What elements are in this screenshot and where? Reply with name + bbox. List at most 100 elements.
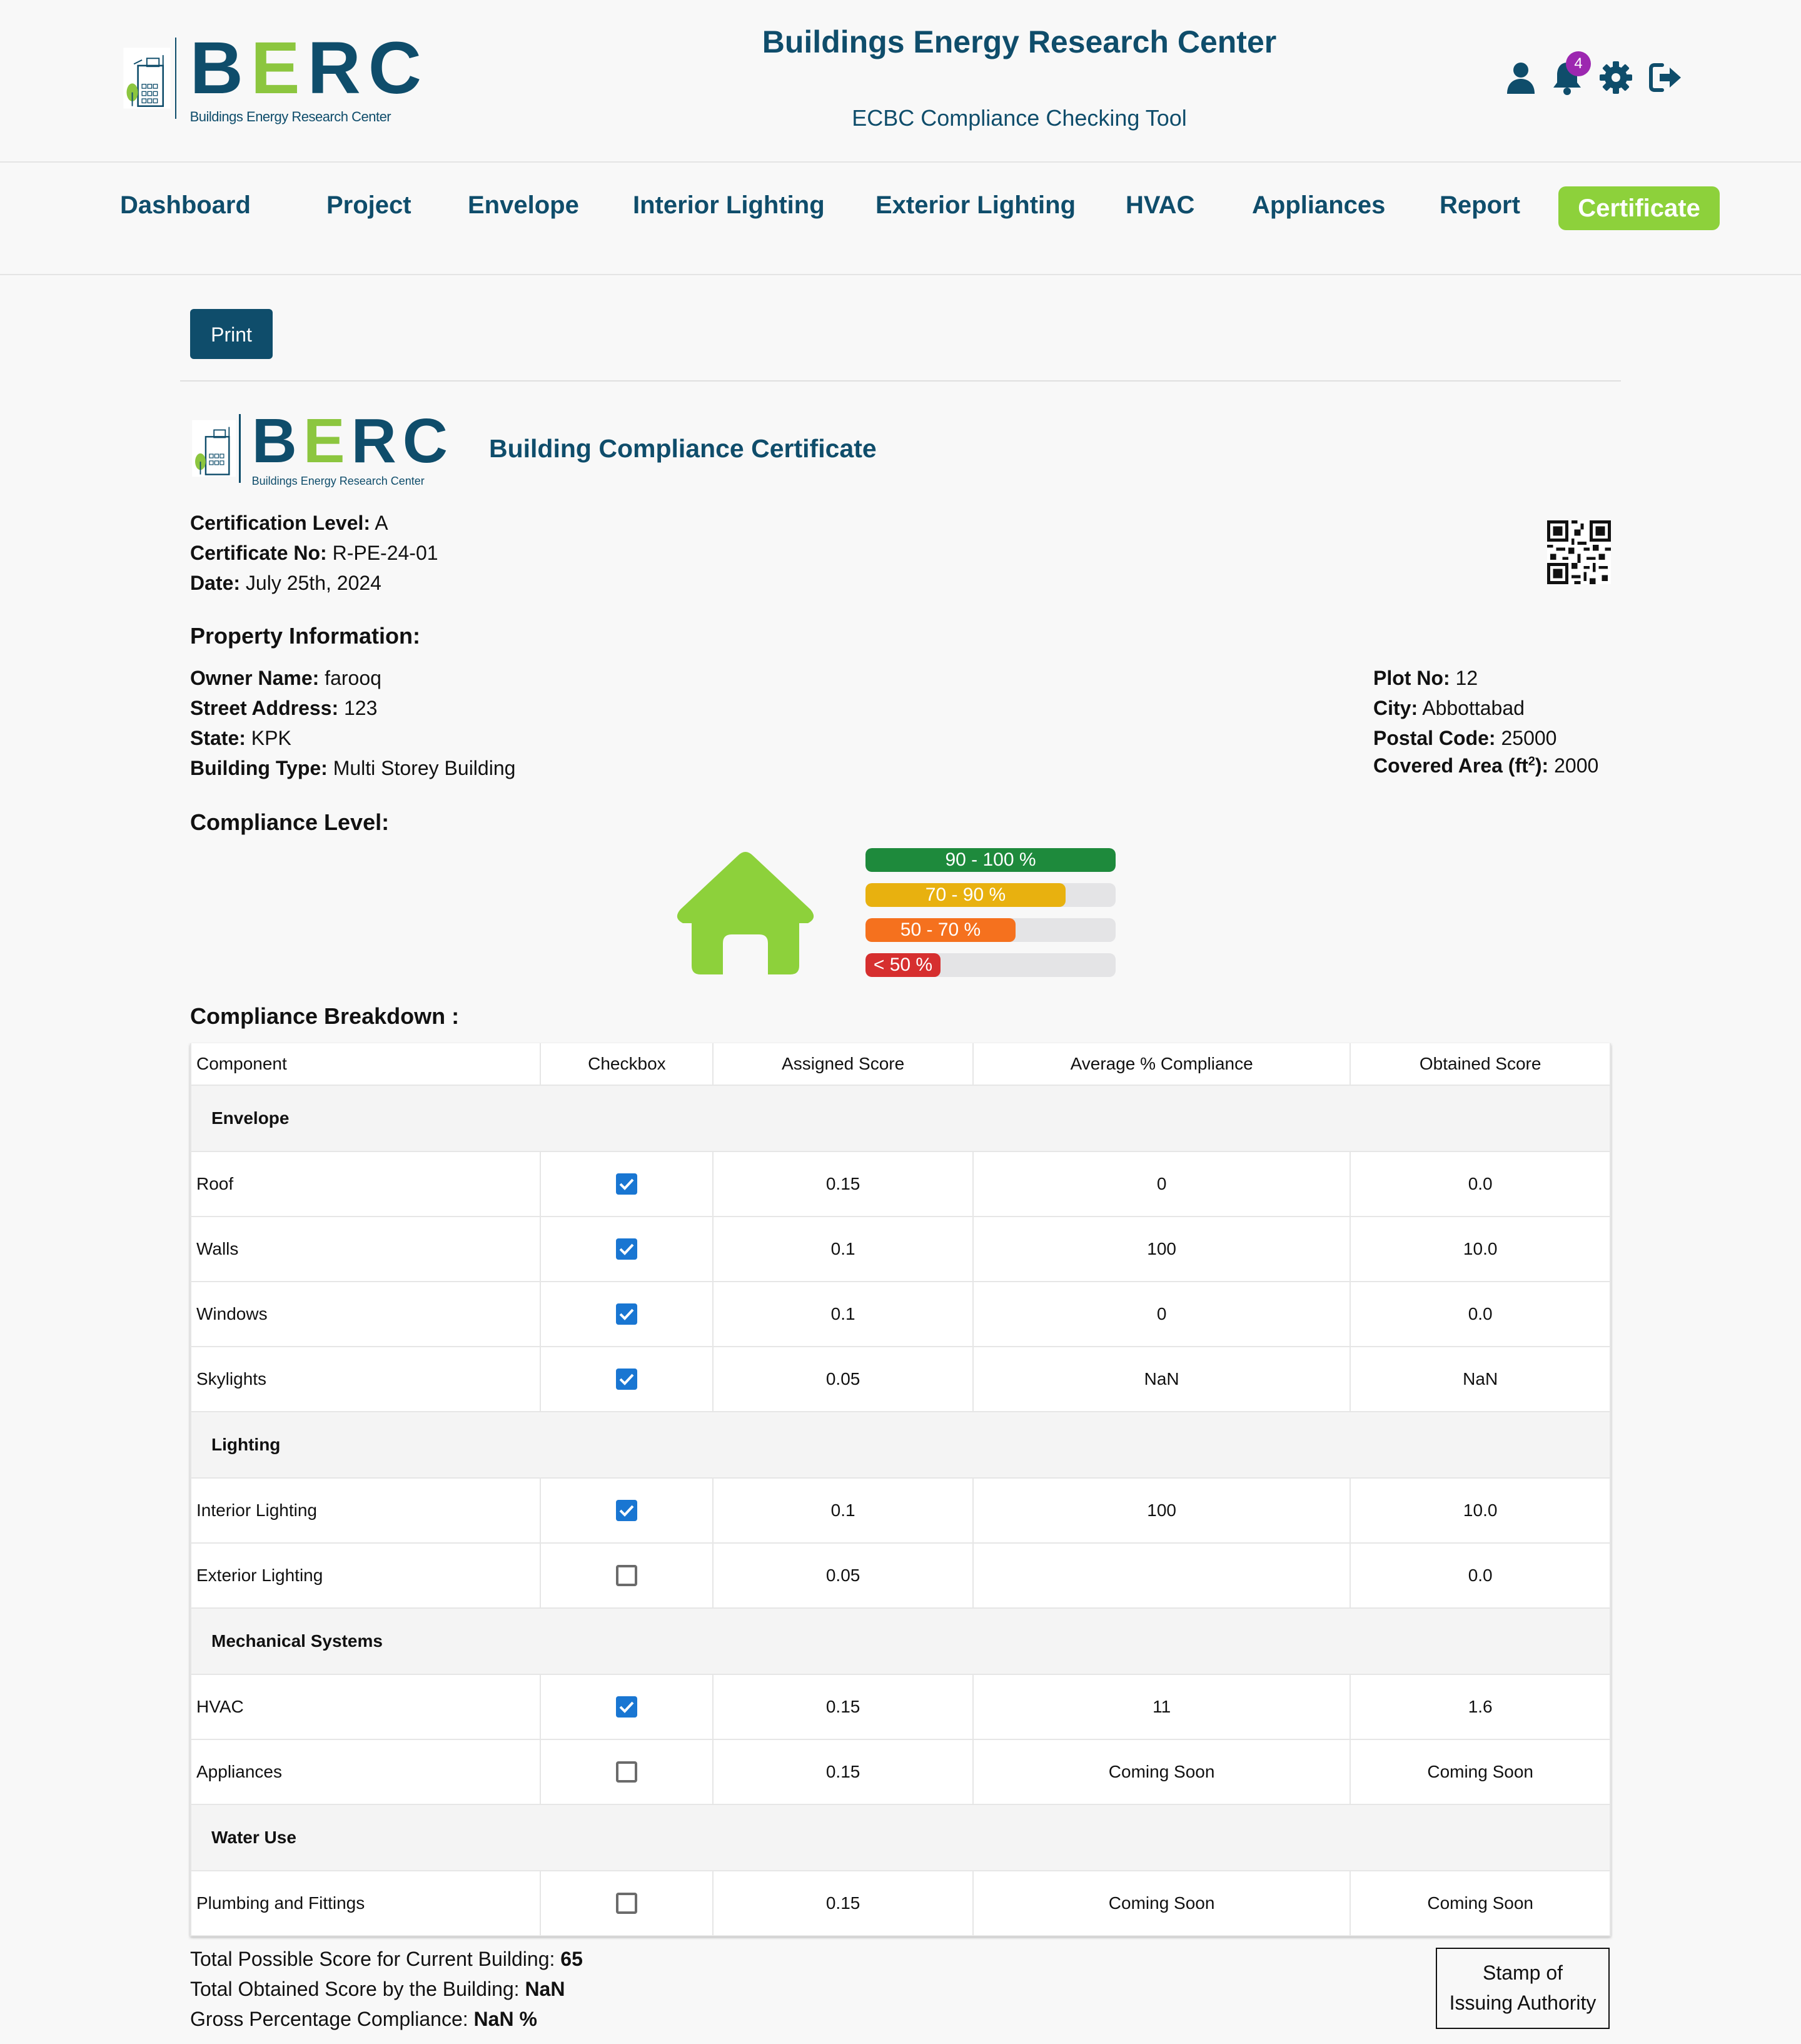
print-button[interactable]: Print: [190, 309, 273, 359]
stamp-box: Stamp of Issuing Authority: [1436, 1948, 1610, 2029]
table-row: Plumbing and Fittings 0.15 Coming Soon Comi…: [189, 1870, 1611, 1936]
state: State: KPK: [190, 727, 291, 749]
group-row: Water Use: [190, 1804, 1611, 1871]
group-label: Mechanical Systems: [190, 1607, 1611, 1675]
nav-exterior-lighting[interactable]: Exterior Lighting: [875, 191, 1076, 220]
table-row: HVAC 0.15 11 1.6: [189, 1674, 1611, 1740]
cell-average-compliance: 100: [972, 1216, 1351, 1282]
bar-fill-50-70: 50 - 70 %: [865, 918, 1016, 942]
building-logo-icon: [123, 48, 171, 109]
checkmark-icon: [619, 1243, 634, 1256]
checkbox-unchecked[interactable]: [616, 1565, 638, 1587]
nav-project[interactable]: Project: [326, 191, 411, 220]
building-logo-icon: [192, 420, 236, 477]
checkmark-icon: [619, 1701, 634, 1714]
certificate-logo: BERC Buildings Energy Research Center: [191, 409, 454, 488]
nav-envelope[interactable]: Envelope: [468, 191, 579, 220]
cell-average-compliance: 100: [972, 1477, 1351, 1544]
header-logo[interactable]: BERC Buildings Energy Research Center: [123, 31, 429, 125]
checkbox-checked[interactable]: [616, 1173, 638, 1195]
cell-assigned-score: 0.1: [712, 1216, 974, 1282]
bar-track-below-50: < 50 %: [865, 953, 1116, 977]
cell-component: Interior Lighting: [189, 1477, 542, 1544]
bar-track-50-70: 50 - 70 %: [865, 918, 1116, 942]
group-label: Envelope: [190, 1085, 1611, 1152]
cell-assigned-score: 0.15: [712, 1870, 974, 1936]
gear-icon[interactable]: [1598, 60, 1633, 95]
col-component: Component: [189, 1043, 542, 1086]
street-address: Street Address: 123: [190, 697, 378, 719]
certificate-number: Certificate No: R-PE-24-01: [190, 542, 438, 564]
stamp-line-1: Stamp of: [1482, 1961, 1563, 1984]
table-row: Interior Lighting 0.1 100 10.0: [189, 1477, 1611, 1544]
nav-appliances[interactable]: Appliances: [1252, 191, 1385, 220]
logo-e-mark: E: [250, 27, 308, 109]
checkbox-checked[interactable]: [616, 1500, 638, 1522]
user-icon[interactable]: [1503, 60, 1538, 95]
cell-assigned-score: 0.15: [712, 1674, 974, 1740]
cell-assigned-score: 0.1: [712, 1477, 974, 1544]
nav-report[interactable]: Report: [1440, 191, 1520, 220]
cell-checkbox: [540, 1674, 714, 1740]
cell-obtained-score: 1.6: [1349, 1674, 1611, 1740]
cell-average-compliance: 11: [972, 1674, 1351, 1740]
cell-checkbox: [540, 1477, 714, 1544]
bar-track-90-100: 90 - 100 %: [865, 848, 1116, 872]
group-label: Lighting: [190, 1411, 1611, 1479]
certificate-date: Date: July 25th, 2024: [190, 572, 381, 594]
cell-component: Windows: [189, 1281, 542, 1347]
cell-average-compliance: 0: [972, 1281, 1351, 1347]
checkbox-checked[interactable]: [616, 1238, 638, 1260]
cell-checkbox: [540, 1216, 714, 1282]
cell-component: Exterior Lighting: [189, 1542, 542, 1609]
checkmark-icon: [619, 1374, 634, 1386]
checkbox-checked[interactable]: [616, 1369, 638, 1390]
col-checkbox: Checkbox: [540, 1043, 714, 1086]
table-row: Windows 0.1 0 0.0: [189, 1281, 1611, 1347]
cell-average-compliance: Coming Soon: [972, 1870, 1351, 1936]
bar-track-70-90: 70 - 90 %: [865, 883, 1116, 907]
cell-obtained-score: Coming Soon: [1349, 1870, 1611, 1936]
cell-average-compliance: NaN: [972, 1346, 1351, 1412]
nav-interior-lighting[interactable]: Interior Lighting: [633, 191, 825, 220]
city: City: Abbottabad: [1373, 697, 1525, 719]
nav-certificate[interactable]: Certificate: [1558, 186, 1720, 230]
logout-icon[interactable]: [1648, 60, 1683, 95]
cell-average-compliance: [972, 1542, 1351, 1609]
group-row: Mechanical Systems: [190, 1607, 1611, 1675]
checkbox-checked[interactable]: [616, 1696, 638, 1718]
cell-assigned-score: 0.15: [712, 1151, 974, 1217]
certification-level: Certification Level: A: [190, 512, 388, 534]
nav-dashboard[interactable]: Dashboard: [120, 191, 251, 220]
group-label: Water Use: [190, 1804, 1611, 1871]
logo-wordmark: BERC: [251, 405, 454, 476]
cell-checkbox: [540, 1151, 714, 1217]
col-obtained-score: Obtained Score: [1349, 1043, 1611, 1086]
table-row: Roof 0.15 0 0.0: [189, 1151, 1611, 1217]
cell-assigned-score: 0.05: [712, 1346, 974, 1412]
col-assigned-score: Assigned Score: [712, 1043, 974, 1086]
checkbox-unchecked[interactable]: [616, 1893, 638, 1915]
cell-assigned-score: 0.05: [712, 1542, 974, 1609]
table-body: Envelope Roof 0.15 0 0.0 Walls 0.1 100 10.0 Windo…: [189, 1085, 1611, 1936]
cell-component: Plumbing and Fittings: [189, 1870, 542, 1936]
group-row: Envelope: [190, 1085, 1611, 1152]
table-header-row: Component Checkbox Assigned Score Averag…: [189, 1043, 1611, 1086]
cell-obtained-score: 0.0: [1349, 1151, 1611, 1217]
divider: [180, 380, 1621, 382]
cell-assigned-score: 0.15: [712, 1739, 974, 1805]
group-row: Lighting: [190, 1411, 1611, 1479]
bar-fill-90-100: 90 - 100 %: [865, 848, 1116, 872]
cell-checkbox: [540, 1281, 714, 1347]
cell-assigned-score: 0.1: [712, 1281, 974, 1347]
checkbox-checked[interactable]: [616, 1303, 638, 1325]
cell-average-compliance: Coming Soon: [972, 1739, 1351, 1805]
checkbox-unchecked[interactable]: [616, 1761, 638, 1783]
cell-obtained-score: NaN: [1349, 1346, 1611, 1412]
table-row: Skylights 0.05 NaN NaN: [189, 1346, 1611, 1412]
house-icon: [677, 852, 814, 974]
postal-code: Postal Code: 25000: [1373, 727, 1557, 749]
total-possible-score: Total Possible Score for Current Buildin…: [190, 1948, 583, 1970]
cell-checkbox: [540, 1870, 714, 1936]
nav-hvac[interactable]: HVAC: [1126, 191, 1194, 220]
